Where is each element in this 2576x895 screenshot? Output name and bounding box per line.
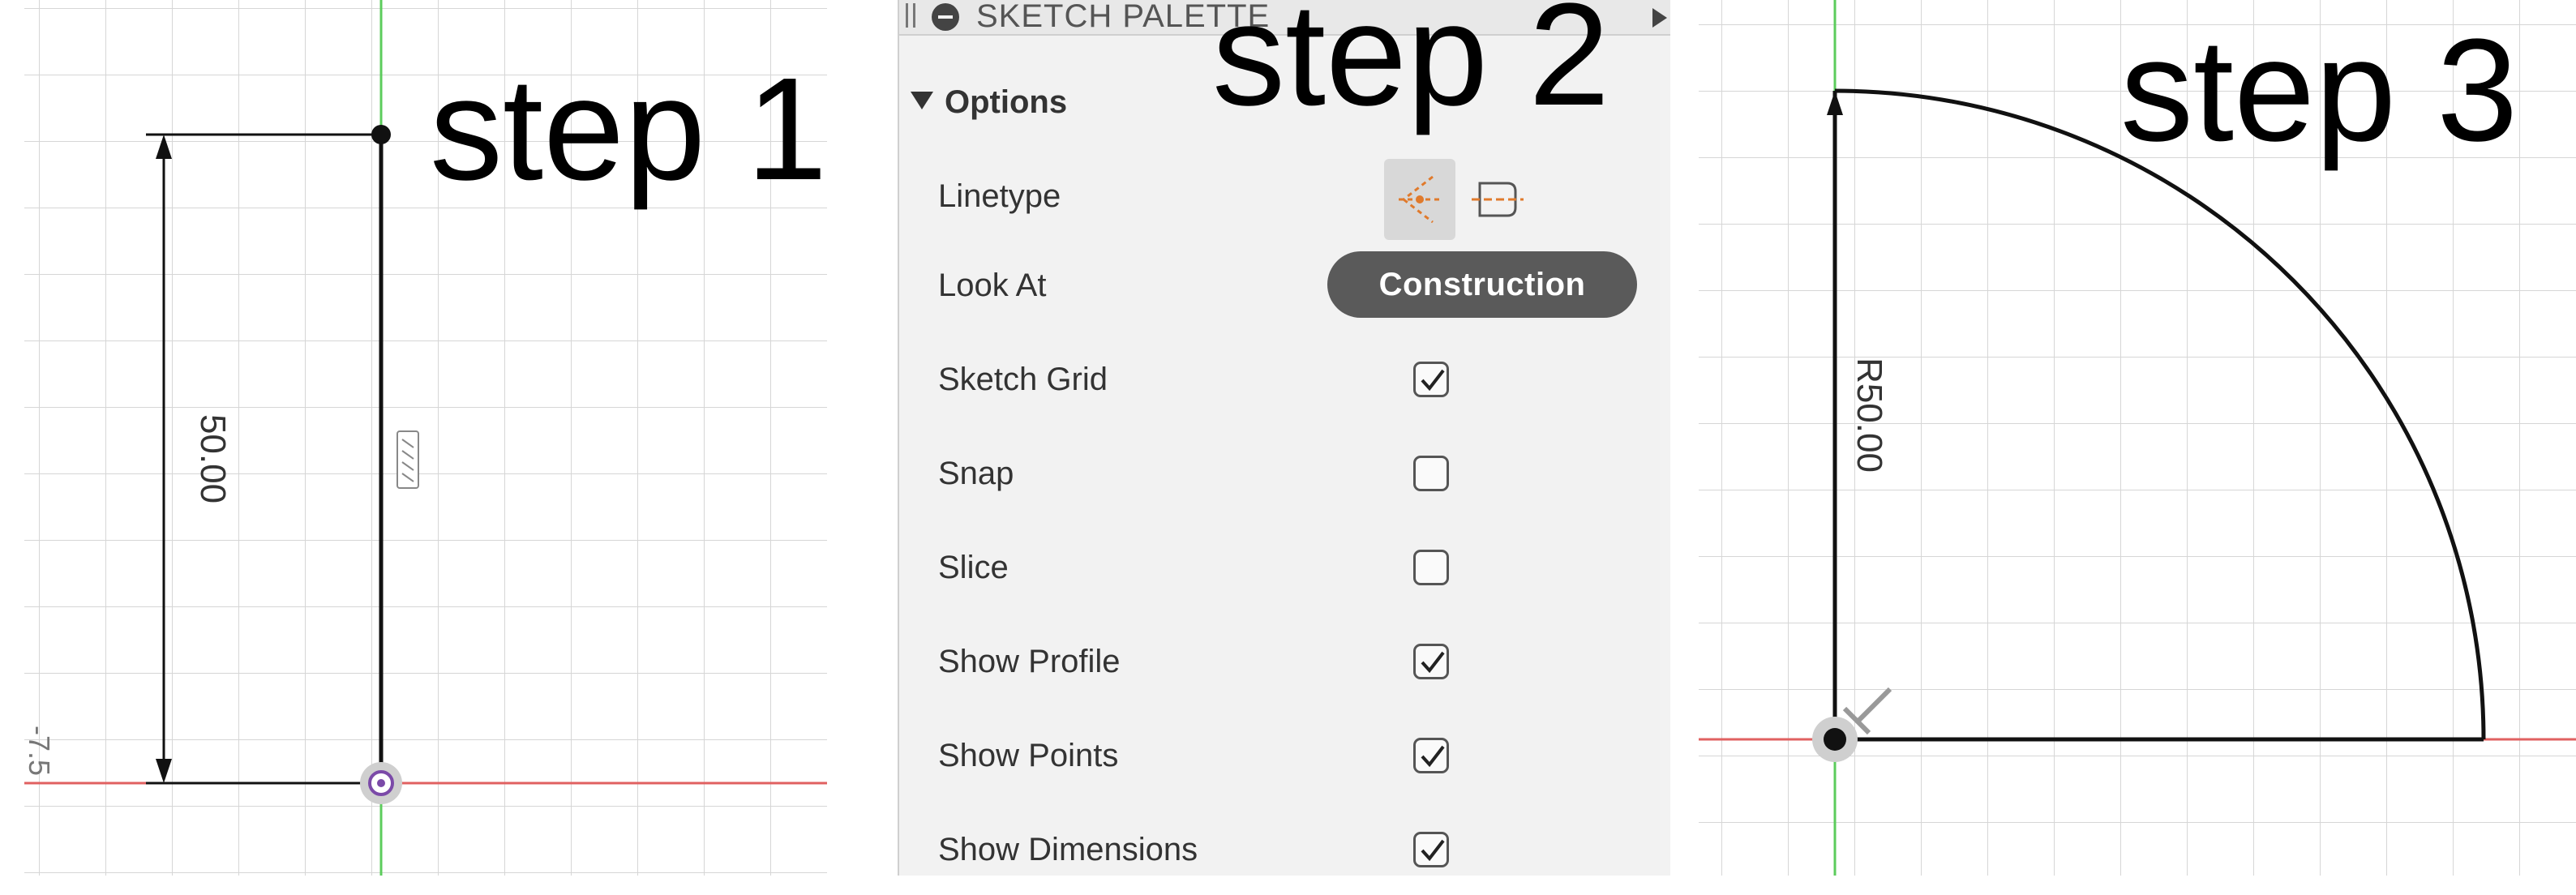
linetype-label: Linetype: [938, 178, 1061, 214]
vertical-constraint-icon[interactable]: [396, 430, 419, 489]
construction-button[interactable]: Construction: [1327, 251, 1637, 318]
step-label-1: step 1: [430, 48, 828, 211]
origin-point[interactable]: [1824, 728, 1846, 751]
checkmark-icon: [1421, 745, 1445, 768]
show-profile-checkbox[interactable]: [1413, 644, 1449, 679]
centerline-linetype-button[interactable]: [1462, 159, 1533, 240]
step-label-2: step 2: [1212, 0, 1610, 136]
collapse-palette-icon[interactable]: [932, 3, 959, 31]
show-points-checkbox[interactable]: [1413, 738, 1449, 773]
drag-handle-icon[interactable]: [906, 3, 915, 28]
slice-checkbox[interactable]: [1413, 550, 1449, 585]
show-dimensions-label: Show Dimensions: [938, 832, 1198, 867]
show-profile-label: Show Profile: [938, 644, 1121, 679]
sketch-arc[interactable]: [1834, 88, 2486, 740]
construction-line-icon: [1399, 175, 1441, 224]
snap-label: Snap: [938, 456, 1014, 491]
sketch-grid-label: Sketch Grid: [938, 362, 1108, 397]
sketch-grid-checkbox[interactable]: [1413, 362, 1449, 397]
show-points-label: Show Points: [938, 738, 1119, 773]
sketch-endpoint[interactable]: [371, 125, 391, 144]
options-label: Options: [945, 84, 1068, 120]
look-at-label: Look At: [938, 268, 1047, 303]
checkmark-icon: [1421, 369, 1445, 392]
step-label-3: step 3: [2120, 9, 2518, 172]
checkmark-icon: [1421, 839, 1445, 862]
snap-checkbox[interactable]: [1413, 456, 1449, 491]
dimension-arrow-top: [156, 135, 172, 159]
triangle-down-icon: [911, 92, 933, 110]
dimension-value[interactable]: 50.00: [193, 414, 233, 503]
expand-arrow-icon[interactable]: [1652, 8, 1667, 28]
origin-point-center: [377, 779, 385, 787]
show-dimensions-checkbox[interactable]: [1413, 832, 1449, 867]
slice-label: Slice: [938, 550, 1009, 585]
centerline-icon: [1472, 182, 1524, 217]
checkmark-icon: [1421, 651, 1445, 674]
construction-linetype-button[interactable]: [1384, 159, 1455, 240]
radius-arrow-icon: [1827, 91, 1843, 115]
radius-dimension[interactable]: R50.00: [1849, 358, 1889, 473]
dimension-arrow-bottom: [156, 759, 172, 783]
options-section-header[interactable]: Options: [911, 84, 1067, 121]
side-dimension-text: -7.5: [24, 726, 56, 776]
